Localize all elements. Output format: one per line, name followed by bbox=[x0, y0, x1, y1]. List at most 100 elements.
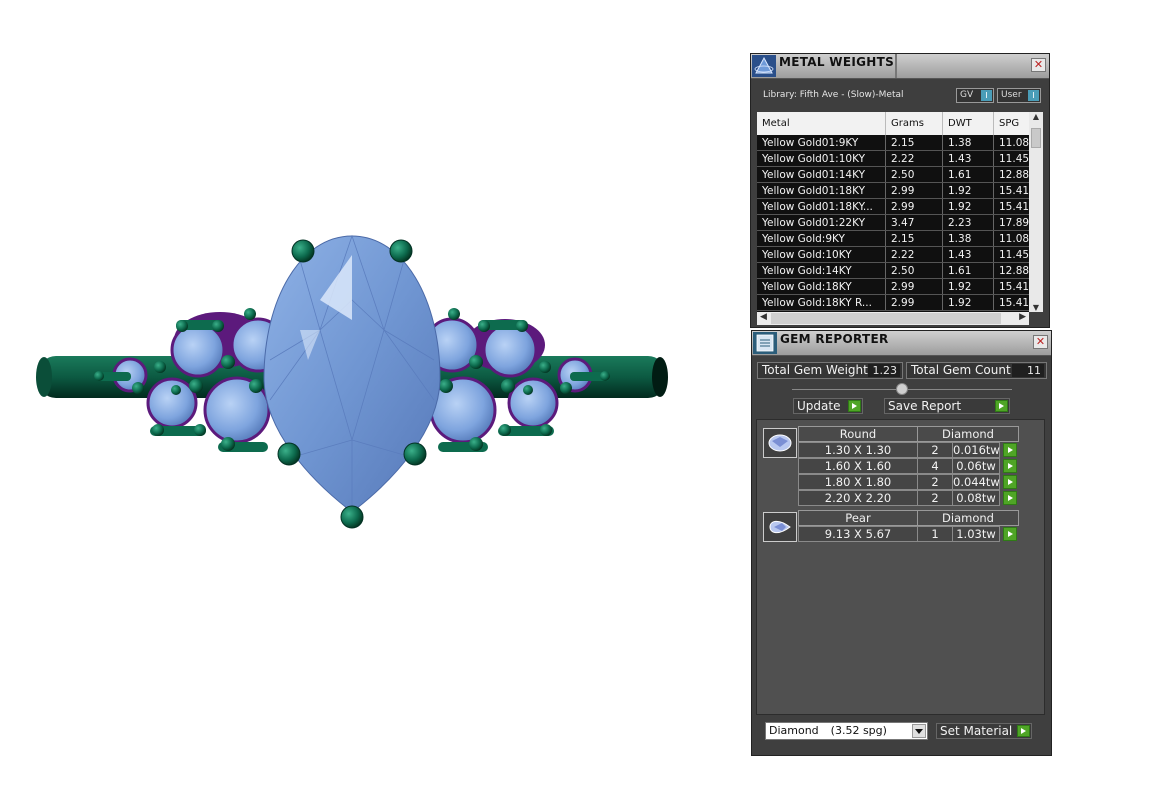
gem-row[interactable]: 1.30 X 1.30 2 0.016tw bbox=[798, 442, 1033, 458]
scroll-thumb[interactable] bbox=[771, 313, 1001, 324]
table-cell: Yellow Gold:18KY R... bbox=[757, 294, 886, 311]
user-toggle[interactable]: User I bbox=[997, 88, 1041, 103]
total-gem-weight: Total Gem Weight 1.23 bbox=[757, 362, 903, 379]
scroll-right-icon[interactable]: ▶ bbox=[1019, 312, 1026, 322]
chevron-down-icon[interactable] bbox=[912, 724, 926, 738]
table-cell: 1.43 bbox=[942, 150, 994, 167]
3d-viewport[interactable] bbox=[0, 0, 745, 787]
scroll-up-icon[interactable]: ▲ bbox=[1029, 112, 1043, 121]
gem-reporter-titlebar[interactable]: GEM REPORTER ✕ bbox=[752, 331, 1051, 356]
gem-row[interactable]: 2.20 X 2.20 2 0.08tw bbox=[798, 490, 1033, 506]
table-cell: Yellow Gold01:22KY bbox=[757, 214, 886, 231]
table-cell: Yellow Gold01:18KY bbox=[757, 182, 886, 199]
metal-weights-title: METAL WEIGHTS bbox=[779, 55, 895, 69]
gem-size: 1.80 X 1.80 bbox=[798, 474, 918, 490]
gem-report-icon bbox=[753, 332, 777, 354]
select-gem-arrow-icon[interactable] bbox=[1003, 527, 1017, 541]
table-row[interactable]: Yellow Gold01:9KY 2.15 1.38 11.08 bbox=[757, 135, 1041, 151]
gem-count: 2 bbox=[917, 442, 953, 458]
table-row[interactable]: Yellow Gold:18KY 2.99 1.92 15.41 bbox=[757, 278, 1041, 295]
table-cell: 1.43 bbox=[942, 246, 994, 263]
metal-table-horizontal-scrollbar[interactable]: ◀ ▶ bbox=[757, 312, 1029, 325]
pear-gem-icon bbox=[763, 512, 797, 542]
table-cell: 1.92 bbox=[942, 198, 994, 215]
gem-reporter-close-button[interactable]: ✕ bbox=[1033, 335, 1048, 349]
table-cell: Yellow Gold01:18KY... bbox=[757, 198, 886, 215]
column-header-dwt[interactable]: DWT bbox=[942, 112, 994, 135]
metal-weights-titlebar[interactable]: METAL WEIGHTS ✕ bbox=[751, 54, 1049, 79]
gem-weight: 0.044tw bbox=[952, 474, 1000, 490]
table-header-row: Metal Grams DWT SPG bbox=[757, 112, 1041, 135]
table-row[interactable]: Yellow Gold01:18KY 2.99 1.92 15.41 bbox=[757, 182, 1041, 199]
table-cell: Yellow Gold01:14KY bbox=[757, 166, 886, 183]
gem-reporter-title: GEM REPORTER bbox=[780, 332, 889, 346]
metal-weights-table[interactable]: Metal Grams DWT SPG Yellow Gold01:9KY 2.1… bbox=[757, 112, 1043, 312]
table-cell: Yellow Gold:14KY bbox=[757, 262, 886, 279]
table-cell: 2.22 bbox=[885, 246, 943, 263]
table-cell: Yellow Gold:9KY bbox=[757, 230, 886, 247]
table-cell: 2.99 bbox=[885, 182, 943, 199]
gem-size: 1.60 X 1.60 bbox=[798, 458, 918, 474]
gem-shape-header: Pear bbox=[798, 510, 918, 526]
table-row[interactable]: Yellow Gold:14KY 2.50 1.61 12.88 bbox=[757, 262, 1041, 279]
select-gem-arrow-icon[interactable] bbox=[1003, 491, 1017, 505]
table-row[interactable]: Yellow Gold01:10KY 2.22 1.43 11.45 bbox=[757, 150, 1041, 167]
gem-weight: 0.08tw bbox=[952, 490, 1000, 506]
table-cell: 3.47 bbox=[885, 214, 943, 231]
material-select[interactable]: Diamond (3.52 spg) bbox=[765, 722, 928, 740]
close-icon: ✕ bbox=[1035, 335, 1046, 348]
play-arrow-icon bbox=[1017, 725, 1030, 737]
table-cell: Yellow Gold:10KY bbox=[757, 246, 886, 263]
table-cell: 2.22 bbox=[885, 150, 943, 167]
update-button[interactable]: Update bbox=[793, 398, 863, 414]
table-cell: 1.92 bbox=[942, 182, 994, 199]
table-row[interactable]: Yellow Gold:9KY 2.15 1.38 11.08 bbox=[757, 230, 1041, 247]
scroll-left-icon[interactable]: ◀ bbox=[760, 312, 767, 322]
gem-row[interactable]: 1.60 X 1.60 4 0.06tw bbox=[798, 458, 1033, 474]
play-arrow-icon bbox=[995, 400, 1008, 412]
scroll-down-icon[interactable]: ▼ bbox=[1029, 303, 1043, 312]
gem-size: 1.30 X 1.30 bbox=[798, 442, 918, 458]
gem-material-header: Diamond bbox=[917, 426, 1019, 442]
gem-weight: 0.016tw bbox=[952, 442, 1000, 458]
column-header-grams[interactable]: Grams bbox=[885, 112, 943, 135]
gem-count: 4 bbox=[917, 458, 953, 474]
table-cell: 2.15 bbox=[885, 230, 943, 247]
save-report-button[interactable]: Save Report bbox=[884, 398, 1010, 414]
table-cell: 1.92 bbox=[942, 278, 994, 295]
table-cell: 1.61 bbox=[942, 166, 994, 183]
table-row[interactable]: Yellow Gold:10KY 2.22 1.43 11.45 bbox=[757, 246, 1041, 263]
column-header-metal[interactable]: Metal bbox=[757, 112, 886, 135]
gem-size: 2.20 X 2.20 bbox=[798, 490, 918, 506]
gem-size: 9.13 X 5.67 bbox=[798, 526, 918, 542]
table-cell: 1.38 bbox=[942, 230, 994, 247]
close-icon: ✕ bbox=[1033, 58, 1044, 71]
metal-weights-panel: METAL WEIGHTS ✕ Library: Fifth Ave - (Sl… bbox=[750, 53, 1050, 328]
slider-knob[interactable] bbox=[896, 383, 908, 395]
round-gem-icon bbox=[763, 428, 797, 458]
table-cell: 1.38 bbox=[942, 135, 994, 151]
table-row[interactable]: Yellow Gold01:18KY... 2.99 1.92 15.41 bbox=[757, 198, 1041, 215]
total-gem-weight-value: 1.23 bbox=[868, 364, 900, 377]
set-material-button[interactable]: Set Material bbox=[936, 723, 1032, 739]
table-row[interactable]: Yellow Gold:18KY R... 2.99 1.92 15.41 bbox=[757, 294, 1041, 311]
select-gem-arrow-icon[interactable] bbox=[1003, 459, 1017, 473]
metal-weights-close-button[interactable]: ✕ bbox=[1031, 58, 1046, 72]
gem-row[interactable]: 1.80 X 1.80 2 0.044tw bbox=[798, 474, 1033, 490]
select-gem-arrow-icon[interactable] bbox=[1003, 443, 1017, 457]
metal-table-vertical-scrollbar[interactable]: ▲ ▼ bbox=[1029, 112, 1043, 312]
gem-reporter-panel: GEM REPORTER ✕ Total Gem Weight 1.23 Tot… bbox=[751, 330, 1052, 756]
table-cell: 2.15 bbox=[885, 135, 943, 151]
scroll-thumb[interactable] bbox=[1031, 128, 1041, 148]
table-row[interactable]: Yellow Gold01:22KY 3.47 2.23 17.89 bbox=[757, 214, 1041, 231]
toggle-marker-icon: I bbox=[981, 90, 992, 101]
table-row[interactable]: Yellow Gold01:14KY 2.50 1.61 12.88 bbox=[757, 166, 1041, 183]
total-gem-count-value: 11 bbox=[1012, 364, 1044, 377]
table-cell: 2.23 bbox=[942, 214, 994, 231]
gv-toggle[interactable]: GV I bbox=[956, 88, 994, 103]
gem-row[interactable]: 9.13 X 5.67 1 1.03tw bbox=[798, 526, 1033, 542]
select-gem-arrow-icon[interactable] bbox=[1003, 475, 1017, 489]
pyramid-icon bbox=[752, 55, 776, 77]
gem-material-header: Diamond bbox=[917, 510, 1019, 526]
table-cell: 2.99 bbox=[885, 198, 943, 215]
